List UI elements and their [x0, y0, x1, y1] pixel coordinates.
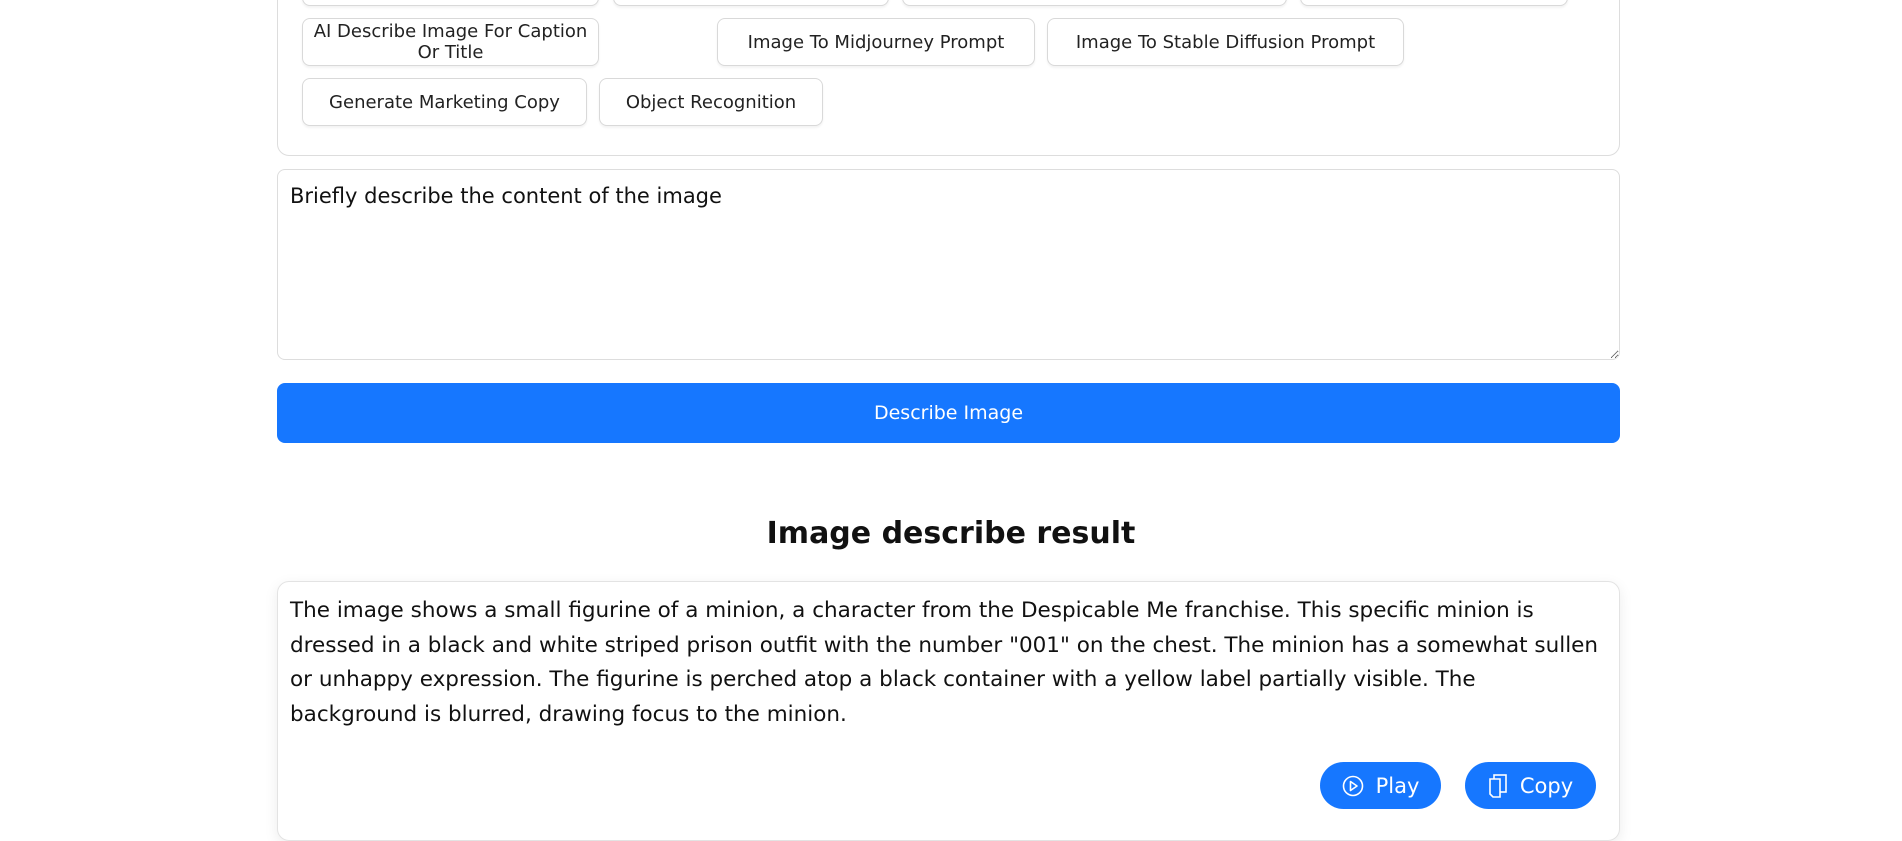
result-text: The image shows a small figurine of a mi… — [290, 598, 1599, 727]
describe-image-button[interactable]: Describe Image — [277, 383, 1620, 443]
preset-button-hidden-2[interactable] — [613, 0, 889, 6]
preset-button-caption[interactable]: AI Describe Image For Caption Or Title — [302, 18, 599, 66]
play-icon — [1342, 775, 1363, 796]
preset-button-object-recognition[interactable]: Object Recognition — [599, 78, 823, 126]
preset-button-hidden-4[interactable] — [1300, 0, 1568, 6]
preset-button-midjourney[interactable]: Image To Midjourney Prompt — [717, 18, 1035, 66]
preset-button-hidden-1[interactable] — [302, 0, 599, 6]
copy-icon — [1489, 773, 1507, 798]
preset-button-marketing[interactable]: Generate Marketing Copy — [302, 78, 587, 126]
copy-label: Copy — [1519, 773, 1574, 798]
play-button[interactable]: Play — [1320, 762, 1441, 809]
preset-button-hidden-3[interactable] — [902, 0, 1287, 6]
copy-button[interactable]: Copy — [1465, 762, 1596, 809]
preset-button-stable-diffusion[interactable]: Image To Stable Diffusion Prompt — [1047, 18, 1404, 66]
result-heading: Image describe result — [766, 516, 1136, 551]
play-label: Play — [1375, 773, 1420, 798]
prompt-input[interactable] — [277, 169, 1620, 360]
